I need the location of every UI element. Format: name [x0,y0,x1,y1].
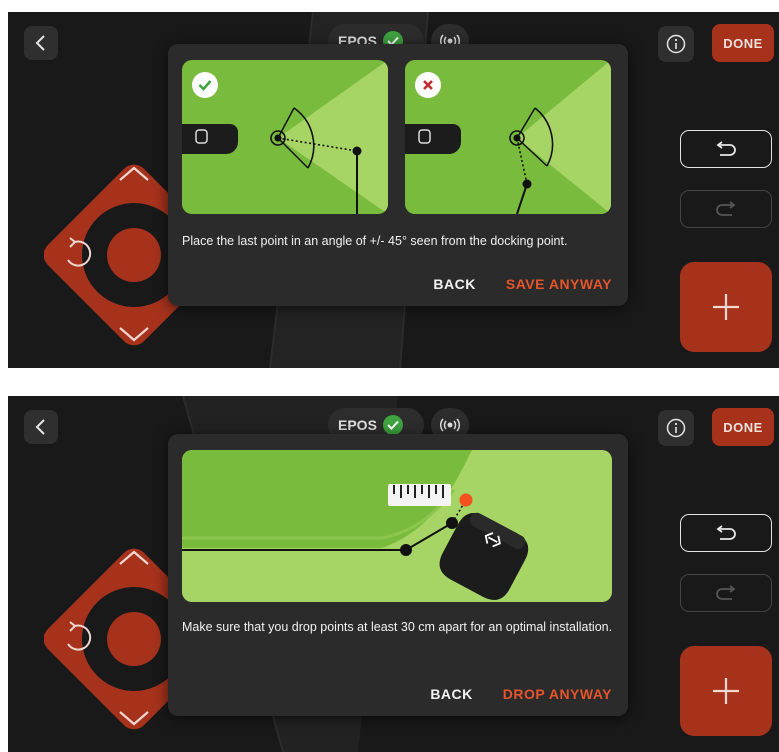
chevron-left-icon [35,35,45,51]
check-icon [382,415,403,435]
back-action-button[interactable]: BACK [430,686,472,702]
undo-button[interactable] [680,514,772,552]
illustration-point-distance [182,450,612,602]
dpad-center-button[interactable] [107,228,161,282]
plus-icon [713,678,739,704]
screen-distance-warning: EPOS DONE Make sure that you drop points… [8,396,779,752]
done-button[interactable]: DONE [712,24,774,62]
distance-warning-dialog: Make sure that you drop points at least … [168,434,628,716]
redo-icon [716,585,736,600]
add-point-button[interactable] [680,262,772,352]
direction-pad[interactable] [44,544,184,734]
add-point-button[interactable] [680,646,772,736]
undo-icon [716,525,736,540]
screen-angle-warning: EPOS DONE Place the last point in an ang… [8,12,779,368]
save-anyway-button[interactable]: SAVE ANYWAY [506,276,612,292]
broadcast-icon [439,418,461,432]
info-button[interactable] [658,410,694,446]
direction-pad[interactable] [44,160,184,350]
back-button[interactable] [24,410,58,444]
undo-icon [716,141,736,156]
angle-warning-dialog: Place the last point in an angle of +/- … [168,44,628,306]
ruler-icon [388,484,451,506]
done-button[interactable]: DONE [712,408,774,446]
dialog-actions: BACK DROP ANYWAY [430,686,612,702]
epos-label: EPOS [338,417,377,433]
dialog-message: Make sure that you drop points at least … [182,620,613,634]
drop-anyway-button[interactable]: DROP ANYWAY [503,686,612,702]
redo-button[interactable] [680,574,772,612]
info-icon [666,418,686,438]
redo-button[interactable] [680,190,772,228]
illustration-correct-angle [182,60,388,214]
back-action-button[interactable]: BACK [433,276,475,292]
dialog-actions: BACK SAVE ANYWAY [433,276,612,292]
dpad-center-button[interactable] [107,612,161,666]
info-button[interactable] [658,26,694,62]
redo-icon [716,201,736,216]
chevron-left-icon [35,419,45,435]
check-icon [192,72,218,98]
back-button[interactable] [24,26,58,60]
illustration-incorrect-angle [405,60,611,214]
info-icon [666,34,686,54]
undo-button[interactable] [680,130,772,168]
cross-icon [415,72,441,98]
plus-icon [713,294,739,320]
dialog-message: Place the last point in an angle of +/- … [182,234,568,248]
